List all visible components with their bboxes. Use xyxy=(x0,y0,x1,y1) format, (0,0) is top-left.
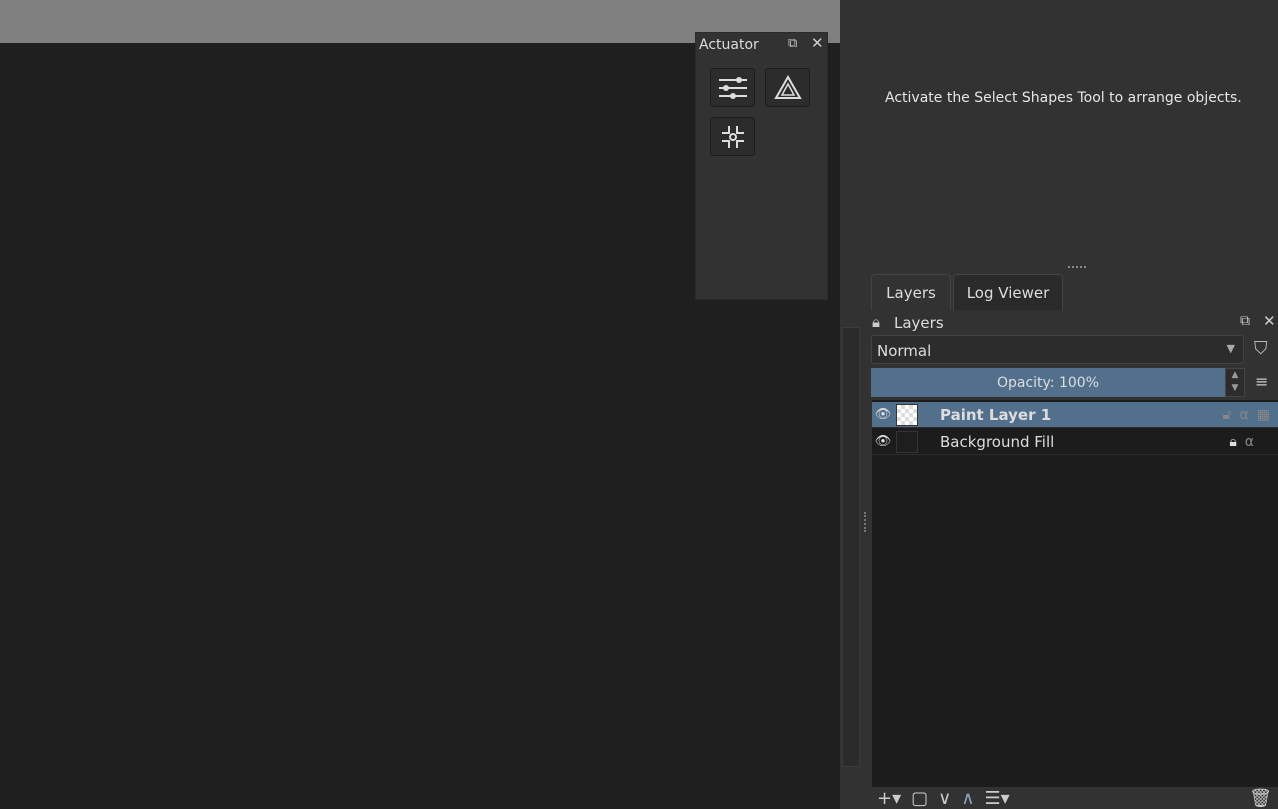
float-icon[interactable]: ⧉ xyxy=(788,36,797,51)
splitter-handle[interactable] xyxy=(864,512,868,532)
layers-panel-title: Layers xyxy=(894,314,944,332)
layer-thumbnail xyxy=(896,403,918,426)
layers-toolbar: +▾ ▢ ∨ ∧ ☰▾ 🗑︎ xyxy=(871,788,1278,809)
layer-list: 👁︎ Paint Layer 1 🔓︎ α ▦ 👁︎ Background Fill… xyxy=(872,400,1278,787)
docker-resize-handle[interactable] xyxy=(1068,266,1086,268)
eye-icon[interactable]: 👁︎ xyxy=(872,434,894,449)
triangle-button[interactable] xyxy=(765,68,810,107)
vertical-scrollbar[interactable] xyxy=(842,327,860,767)
move-up-icon[interactable]: ∧ xyxy=(961,788,974,809)
sliders-button[interactable] xyxy=(710,68,755,107)
inherit-alpha-icon[interactable]: ▦ xyxy=(1257,407,1270,423)
layer-properties-icon[interactable]: ☰▾ xyxy=(985,788,1010,809)
tool-options-message: Activate the Select Shapes Tool to arran… xyxy=(885,90,1242,106)
opacity-spinner[interactable]: ▲ ▼ xyxy=(1225,368,1245,397)
layer-row[interactable]: 👁︎ Paint Layer 1 🔓︎ α ▦ xyxy=(872,402,1278,428)
delete-layer-icon[interactable]: 🗑︎ xyxy=(1249,788,1272,809)
blend-mode-value: Normal xyxy=(877,342,932,360)
opacity-label: Opacity: 100% xyxy=(996,374,1100,391)
close-icon[interactable]: ✕ xyxy=(1263,312,1276,330)
unlock-icon[interactable]: 🔓︎ xyxy=(1222,407,1231,423)
tab-layers[interactable]: Layers xyxy=(871,274,951,310)
triangle-icon xyxy=(773,74,802,99)
eye-icon[interactable]: 👁︎ xyxy=(872,407,894,422)
add-layer-icon[interactable]: +▾ xyxy=(877,788,901,809)
close-icon[interactable]: ✕ xyxy=(811,34,824,52)
layer-thumbnail xyxy=(896,430,918,453)
lock-docker-icon[interactable]: 🔒︎ xyxy=(872,313,880,331)
move-down-icon[interactable]: ∨ xyxy=(938,788,951,809)
options-menu-icon[interactable]: ≡ xyxy=(1255,372,1268,391)
actuator-title: Actuator xyxy=(699,37,759,53)
duplicate-layer-icon[interactable]: ▢ xyxy=(911,788,928,809)
lock-icon[interactable]: 🔒︎ xyxy=(1229,434,1236,450)
alpha-icon[interactable]: α xyxy=(1245,434,1254,450)
tab-log-viewer[interactable]: Log Viewer xyxy=(953,274,1063,310)
blend-mode-select[interactable]: Normal ▼ xyxy=(871,335,1244,364)
actuator-docker: Actuator ⧉ ✕ xyxy=(695,32,828,300)
sliders-icon xyxy=(718,76,747,99)
opacity-slider[interactable]: Opacity: 100% xyxy=(871,368,1225,397)
chevron-down-icon: ▼ xyxy=(1226,342,1235,355)
layer-row[interactable]: 👁︎ Background Fill 🔒︎ α xyxy=(872,429,1278,455)
center-button[interactable] xyxy=(710,117,755,156)
center-icon xyxy=(721,125,744,148)
layer-name: Paint Layer 1 xyxy=(940,405,1052,424)
filter-icon[interactable]: ⛉ xyxy=(1254,338,1268,359)
layer-name: Background Fill xyxy=(940,432,1055,451)
float-icon[interactable]: ⧉ xyxy=(1240,313,1250,329)
alpha-icon[interactable]: α xyxy=(1240,407,1249,423)
